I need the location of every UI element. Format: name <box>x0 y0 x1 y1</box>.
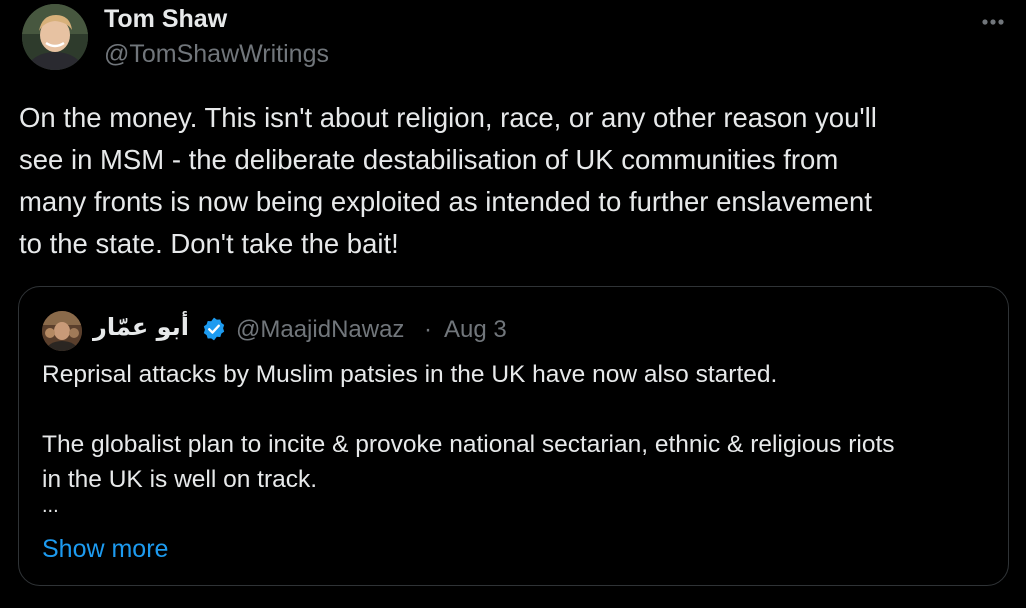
tweet-text-line: see in MSM - the deliberate destabilisat… <box>19 144 839 175</box>
author-handle[interactable]: @TomShawWritings <box>104 40 329 69</box>
tweet-text-line: to the state. Don't take the bait! <box>19 228 399 259</box>
tweet-text-line: On the money. This isn't about religion,… <box>19 102 877 133</box>
quoted-author-name[interactable]: أبو عمّار <box>93 313 189 341</box>
quoted-author-avatar-image <box>42 311 82 351</box>
quoted-tweet-date[interactable]: Aug 3 <box>444 316 507 344</box>
tweet-text: On the money. This isn't about religion,… <box>19 97 1009 265</box>
tweet-text-line: many fronts is now being exploited as in… <box>19 186 872 217</box>
quoted-text-line: The globalist plan to incite & provoke n… <box>42 431 895 458</box>
author-name[interactable]: Tom Shaw <box>104 5 227 34</box>
more-horizontal-icon <box>982 19 1004 25</box>
quoted-text-line: Reprisal attacks by Muslim patsies in th… <box>42 361 778 388</box>
meta-separator: · <box>424 316 432 343</box>
author-avatar-image <box>22 4 88 70</box>
more-options-button[interactable] <box>976 14 1010 30</box>
tweet: Tom Shaw @TomShawWritings On the money. … <box>0 0 1026 608</box>
author-avatar[interactable] <box>22 4 88 70</box>
quoted-author-handle[interactable]: @MaajidNawaz <box>236 316 404 344</box>
quoted-text-line: in the UK is well on track. <box>42 466 318 493</box>
quoted-tweet-card[interactable]: أبو عمّار @MaajidNawaz · Aug 3 Reprisal … <box>18 286 1009 586</box>
truncation-ellipsis: ... <box>42 495 59 517</box>
show-more-link[interactable]: Show more <box>42 535 168 564</box>
verified-badge-icon <box>201 316 227 342</box>
quoted-author-avatar[interactable] <box>42 311 82 351</box>
